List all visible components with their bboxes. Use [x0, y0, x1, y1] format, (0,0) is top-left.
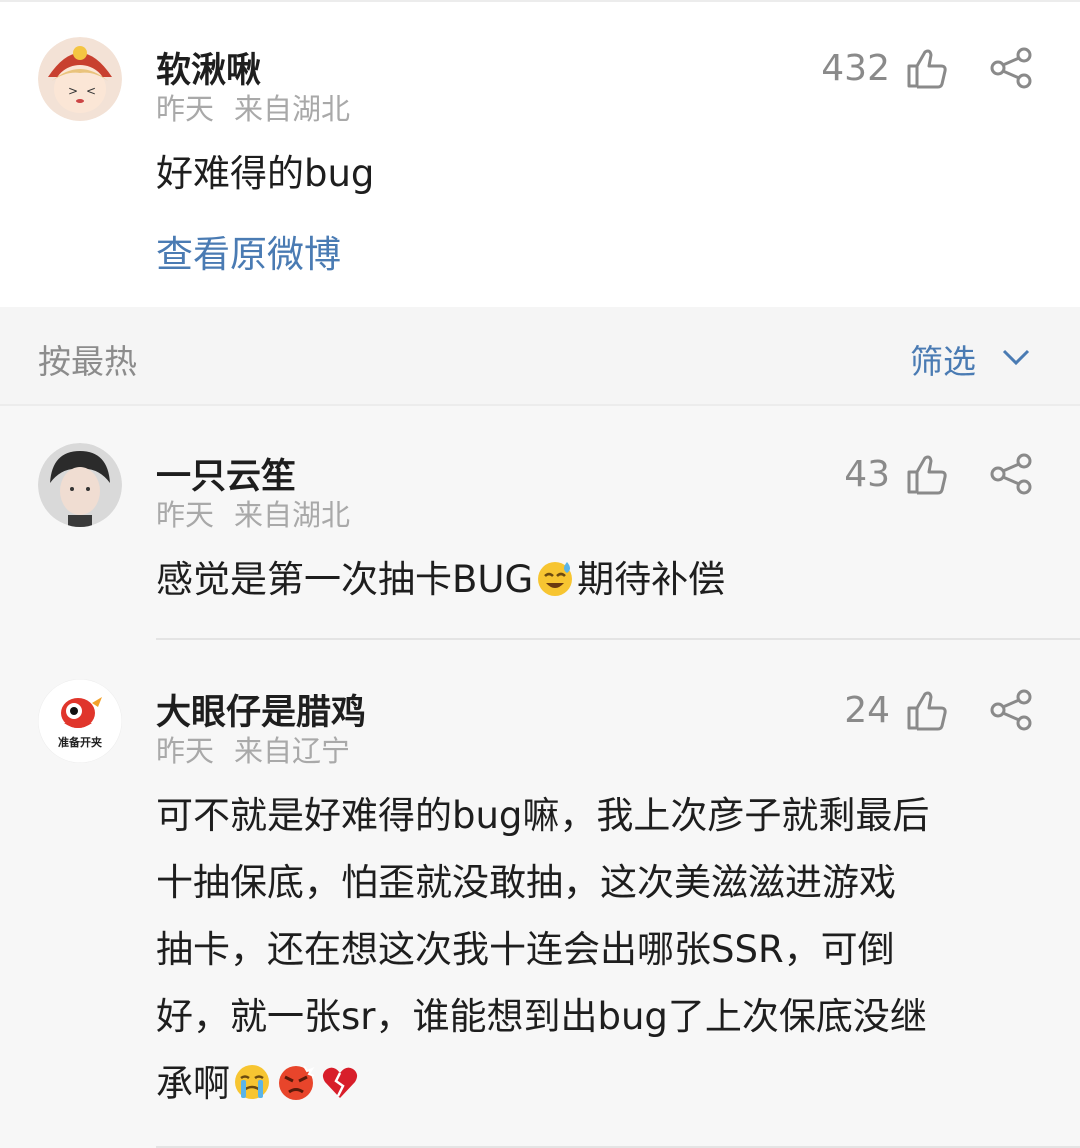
sort-hot-button[interactable]: 按最热 — [38, 335, 137, 383]
comment-meta: 昨天 来自辽宁 — [156, 728, 350, 770]
chevron-down-icon[interactable] — [1000, 341, 1032, 373]
like-count: 24 — [844, 690, 890, 731]
comment-line: 十抽保底，怕歪就没敢抽，这次美滋滋进游戏 — [156, 861, 896, 904]
post-text: 好难得的bug — [156, 152, 375, 195]
post-meta: 昨天 来自湖北 — [156, 86, 350, 128]
avatar-caption: 准备开夹 — [58, 736, 102, 749]
thumbs-up-icon[interactable] — [905, 688, 949, 732]
comment-line: 好，就一张sr，谁能想到出bug了上次保底没继 — [156, 995, 927, 1038]
svg-text:>: > — [68, 84, 78, 98]
comment-text-part: 感觉是第一次抽卡BUG — [156, 558, 534, 601]
thumbs-up-icon[interactable] — [905, 46, 949, 90]
post-location: 来自湖北 — [234, 92, 351, 126]
broken-heart-emoji-icon — [322, 1067, 358, 1098]
comment-text: 感觉是第一次抽卡BUG 期待补偿 — [156, 546, 1056, 613]
comment-time: 昨天 — [156, 734, 215, 768]
post-time: 昨天 — [156, 92, 215, 126]
comment-location: 来自辽宁 — [234, 734, 351, 768]
comment-text-part: 期待补偿 — [577, 558, 726, 601]
crying-emoji-icon — [235, 1065, 269, 1099]
thumbs-up-icon[interactable] — [905, 452, 949, 496]
comment-line-last: 承啊 — [156, 1050, 1056, 1117]
share-icon[interactable] — [988, 451, 1034, 497]
svg-text:<: < — [86, 84, 96, 98]
comment-location: 来自湖北 — [234, 498, 351, 532]
avatar-yizhiyunsheng[interactable] — [38, 443, 122, 527]
view-original-link[interactable]: 查看原微博 — [156, 224, 341, 278]
sort-divider — [0, 404, 1080, 406]
avatar-ruanqiujiu[interactable]: > < — [38, 37, 122, 121]
top-divider — [0, 0, 1080, 2]
comment-line: 可不就是好难得的bug嘛，我上次彦子就剩最后 — [156, 794, 930, 837]
share-icon[interactable] — [988, 687, 1034, 733]
avatar-dayanzai[interactable]: 准备开夹 — [38, 679, 122, 763]
comment-divider — [156, 638, 1080, 640]
filter-button[interactable]: 筛选 — [910, 335, 976, 383]
comment-time: 昨天 — [156, 498, 215, 532]
comment-text-part: 承啊 — [156, 1062, 230, 1105]
sort-bar: 按最热 筛选 — [0, 307, 1080, 404]
angry-emoji-icon — [279, 1065, 315, 1100]
comment-line: 抽卡，还在想这次我十连会出哪张SSR，可倒 — [156, 928, 895, 971]
like-count: 43 — [844, 454, 890, 495]
share-icon[interactable] — [988, 45, 1034, 91]
like-count: 432 — [821, 48, 890, 89]
original-post-card: > < 软湫啾 昨天 来自湖北 432 好难得的bug 查看原微博 — [0, 0, 1080, 307]
comment-meta: 昨天 来自湖北 — [156, 492, 350, 534]
sweat-laugh-emoji-icon — [538, 562, 573, 596]
comment-text: 可不就是好难得的bug嘛，我上次彦子就剩最后 十抽保底，怕歪就没敢抽，这次美滋滋… — [156, 782, 1056, 1117]
